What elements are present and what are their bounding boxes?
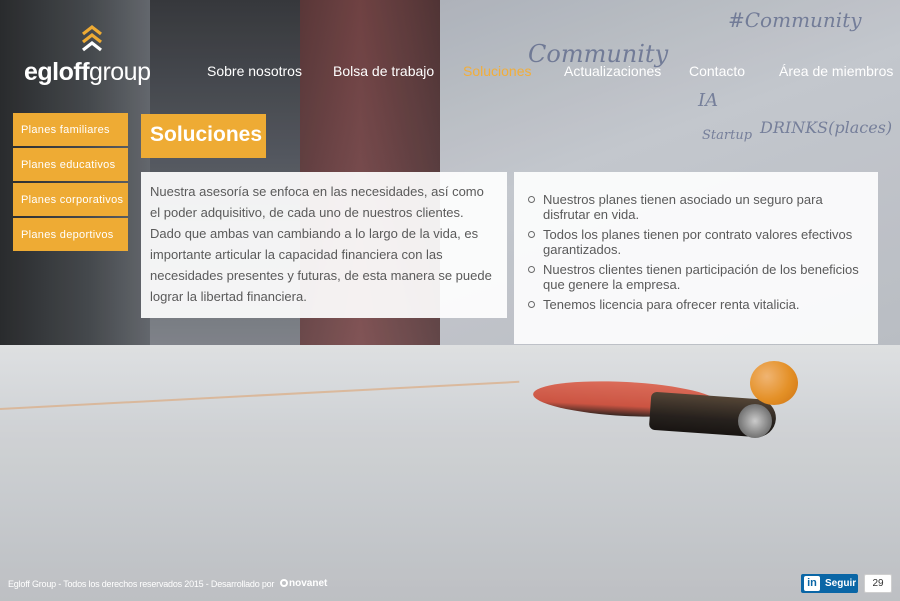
sidebar-item-planes-educativos[interactable]: Planes educativos xyxy=(13,148,128,181)
nav-item-contacto[interactable]: Contacto xyxy=(689,63,745,79)
list-item: Nuestros planes tienen asociado un segur… xyxy=(526,192,868,222)
linkedin-follow-label: Seguir xyxy=(825,578,857,589)
list-item: Nuestros clientes tienen participación d… xyxy=(526,262,868,292)
main-nav: Sobre nosotros Bolsa de trabajo Solucion… xyxy=(0,63,900,83)
linkedin-icon: in xyxy=(804,576,820,591)
nav-item-soluciones[interactable]: Soluciones xyxy=(463,63,532,79)
follower-count-badge: 29 xyxy=(864,574,892,593)
solutions-sidebar: Planes familiares Planes educativos Plan… xyxy=(13,113,128,253)
bullet-icon xyxy=(528,301,535,308)
footer-copyright: Egloff Group - Todos los derechos reserv… xyxy=(8,579,275,589)
intro-text: Nuestra asesoría se enfoca en las necesi… xyxy=(150,184,492,304)
linkedin-follow-button[interactable]: in Seguir xyxy=(801,574,858,593)
nav-item-area-de-miembros[interactable]: Área de miembros xyxy=(779,63,893,79)
novanet-logo-icon xyxy=(280,579,288,587)
sidebar-item-planes-corporativos[interactable]: Planes corporativos xyxy=(13,183,128,216)
sidebar-item-planes-deportivos[interactable]: Planes deportivos xyxy=(13,218,128,251)
list-item: Todos los planes tienen por contrato val… xyxy=(526,227,868,257)
sidebar-item-planes-familiares[interactable]: Planes familiares xyxy=(13,113,128,146)
bullet-icon xyxy=(528,196,535,203)
developer-logo[interactable]: novanet xyxy=(280,578,327,589)
benefits-list: Nuestros planes tienen asociado un segur… xyxy=(526,192,868,312)
bullet-icon xyxy=(528,231,535,238)
chevron-stack-icon xyxy=(82,24,102,52)
bullet-icon xyxy=(528,266,535,273)
nav-item-sobre-nosotros[interactable]: Sobre nosotros xyxy=(207,63,302,79)
benefits-panel: Nuestros planes tienen asociado un segur… xyxy=(514,172,878,344)
list-item: Tenemos licencia para ofrecer renta vita… xyxy=(526,297,868,312)
nav-item-bolsa-de-trabajo[interactable]: Bolsa de trabajo xyxy=(333,63,434,79)
nav-item-actualizaciones[interactable]: Actualizaciones xyxy=(564,63,661,79)
page-title: Soluciones xyxy=(141,114,266,158)
intro-panel: Nuestra asesoría se enfoca en las necesi… xyxy=(141,172,507,318)
